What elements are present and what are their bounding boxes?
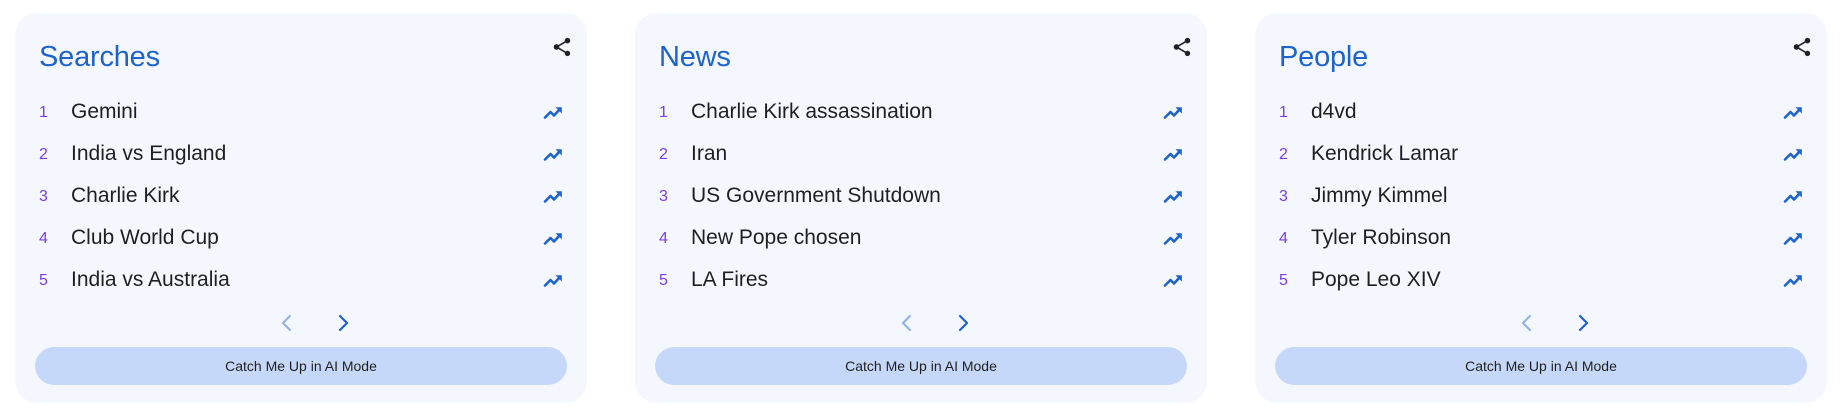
item-label[interactable]: Club World Cup [71, 226, 219, 250]
list-item[interactable]: 1 Gemini [15, 92, 587, 134]
chevron-left-icon [902, 315, 911, 331]
list-item[interactable]: 5 Pope Leo XIV [1255, 260, 1827, 302]
rank-number: 5 [659, 272, 668, 289]
list-item[interactable]: 5 LA Fires [635, 260, 1207, 302]
list-item[interactable]: 2 Iran [635, 134, 1207, 176]
catch-me-up-button[interactable]: Catch Me Up in AI Mode [1275, 347, 1807, 385]
item-label[interactable]: Iran [691, 142, 727, 166]
share-button[interactable] [1169, 33, 1195, 61]
chevron-right-icon [958, 314, 969, 332]
rank-number: 5 [1279, 272, 1288, 289]
rank-number: 2 [659, 146, 668, 163]
item-label[interactable]: Tyler Robinson [1311, 226, 1451, 250]
rank-number: 1 [39, 104, 48, 121]
item-label[interactable]: New Pope chosen [691, 226, 861, 250]
share-button[interactable] [1789, 33, 1815, 61]
trending-up-icon [1162, 270, 1184, 290]
item-label[interactable]: Charlie Kirk assassination [691, 100, 933, 124]
share-icon [1173, 37, 1191, 57]
chevron-left-icon [1522, 315, 1531, 331]
chevron-left-icon [282, 315, 291, 331]
card-searches: Searches 1 Gemini 2 India vs England 3 C… [15, 13, 587, 403]
rank-number: 2 [1279, 146, 1288, 163]
rank-number: 1 [1279, 104, 1288, 121]
rank-number: 1 [659, 104, 668, 121]
rank-number: 4 [39, 230, 48, 247]
trending-up-icon [542, 144, 564, 164]
rank-number: 3 [1279, 188, 1288, 205]
list-item[interactable]: 1 Charlie Kirk assassination [635, 92, 1207, 134]
trending-up-icon [1162, 186, 1184, 206]
trending-cards: Searches 1 Gemini 2 India vs England 3 C… [0, 0, 1842, 416]
chevron-right-icon [1578, 314, 1589, 332]
trending-up-icon [542, 270, 564, 290]
rank-number: 3 [39, 188, 48, 205]
list-item[interactable]: 3 Jimmy Kimmel [1255, 176, 1827, 218]
previous-page-button[interactable] [273, 309, 301, 337]
item-label[interactable]: LA Fires [691, 268, 768, 292]
card-title: Searches [39, 41, 160, 73]
trending-up-icon [1782, 102, 1804, 122]
next-page-button[interactable] [329, 309, 357, 337]
list-item[interactable]: 3 Charlie Kirk [15, 176, 587, 218]
rank-number: 4 [659, 230, 668, 247]
item-label[interactable]: Gemini [71, 100, 138, 124]
card-title: News [659, 41, 731, 73]
previous-page-button[interactable] [893, 309, 921, 337]
next-page-button[interactable] [949, 309, 977, 337]
list-item[interactable]: 4 Tyler Robinson [1255, 218, 1827, 260]
trending-up-icon [542, 228, 564, 248]
trending-list: 1 Charlie Kirk assassination 2 Iran 3 US… [635, 92, 1207, 302]
item-label[interactable]: India vs Australia [71, 268, 230, 292]
rank-number: 2 [39, 146, 48, 163]
share-icon [553, 37, 571, 57]
item-label[interactable]: India vs England [71, 142, 226, 166]
card-title: People [1279, 41, 1369, 73]
rank-number: 3 [659, 188, 668, 205]
share-icon [1793, 37, 1811, 57]
trending-up-icon [542, 186, 564, 206]
item-label[interactable]: d4vd [1311, 100, 1357, 124]
catch-me-up-button[interactable]: Catch Me Up in AI Mode [655, 347, 1187, 385]
list-item[interactable]: 3 US Government Shutdown [635, 176, 1207, 218]
trending-up-icon [1782, 144, 1804, 164]
trending-up-icon [1162, 144, 1184, 164]
list-item[interactable]: 4 New Pope chosen [635, 218, 1207, 260]
previous-page-button[interactable] [1513, 309, 1541, 337]
trending-up-icon [1162, 228, 1184, 248]
list-item[interactable]: 5 India vs Australia [15, 260, 587, 302]
trending-up-icon [1782, 270, 1804, 290]
trending-list: 1 d4vd 2 Kendrick Lamar 3 Jimmy Kimmel 4… [1255, 92, 1827, 302]
trending-up-icon [542, 102, 564, 122]
item-label[interactable]: US Government Shutdown [691, 184, 941, 208]
item-label[interactable]: Kendrick Lamar [1311, 142, 1458, 166]
catch-me-up-button[interactable]: Catch Me Up in AI Mode [35, 347, 567, 385]
card-people: People 1 d4vd 2 Kendrick Lamar 3 Jimmy K… [1255, 13, 1827, 403]
list-item[interactable]: 4 Club World Cup [15, 218, 587, 260]
rank-number: 5 [39, 272, 48, 289]
trending-list: 1 Gemini 2 India vs England 3 Charlie Ki… [15, 92, 587, 302]
item-label[interactable]: Jimmy Kimmel [1311, 184, 1448, 208]
share-button[interactable] [549, 33, 575, 61]
card-news: News 1 Charlie Kirk assassination 2 Iran… [635, 13, 1207, 403]
list-item[interactable]: 1 d4vd [1255, 92, 1827, 134]
next-page-button[interactable] [1569, 309, 1597, 337]
trending-up-icon [1782, 186, 1804, 206]
trending-up-icon [1782, 228, 1804, 248]
item-label[interactable]: Charlie Kirk [71, 184, 180, 208]
item-label[interactable]: Pope Leo XIV [1311, 268, 1441, 292]
chevron-right-icon [338, 314, 349, 332]
list-item[interactable]: 2 India vs England [15, 134, 587, 176]
rank-number: 4 [1279, 230, 1288, 247]
trending-up-icon [1162, 102, 1184, 122]
list-item[interactable]: 2 Kendrick Lamar [1255, 134, 1827, 176]
